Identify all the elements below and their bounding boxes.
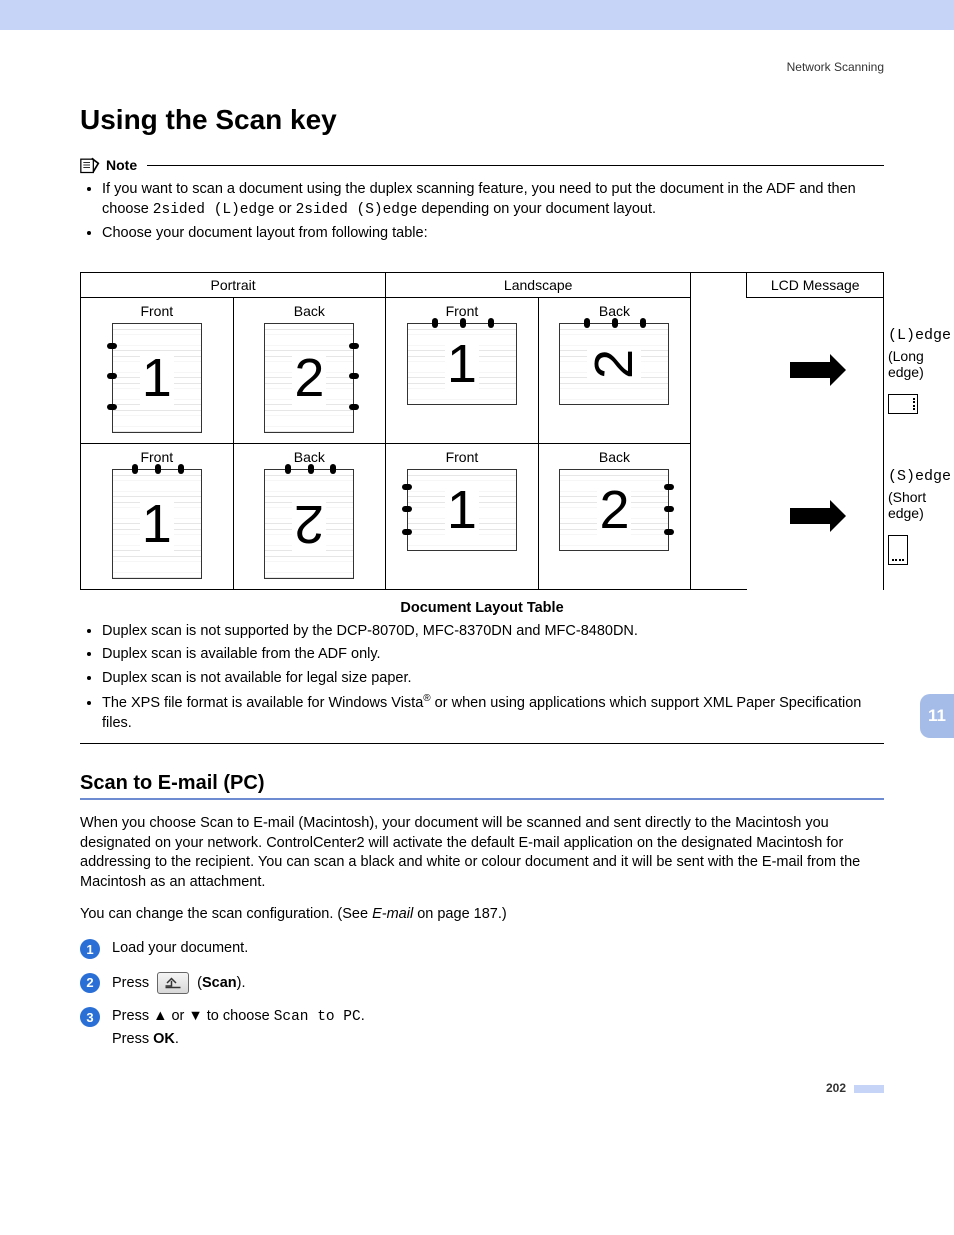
doc-landscape-back-2-s: 2 [559, 469, 669, 551]
sub-back: Back [236, 303, 384, 319]
arrow-right-icon [790, 508, 830, 524]
long-edge-icon [888, 394, 918, 414]
page-number: 202 [0, 1081, 884, 1095]
chapter-tab: 11 [920, 694, 954, 738]
note-rule [147, 165, 884, 166]
section-heading: Scan to E-mail (PC) [80, 772, 884, 795]
body-paragraph: When you choose Scan to E-mail (Macintos… [80, 814, 884, 892]
body-paragraph: You can change the scan configuration. (… [80, 905, 884, 925]
table-header-lcd: LCD Message [747, 272, 884, 297]
doc-portrait-front-1: 1 [112, 323, 202, 433]
sub-back: Back [541, 449, 689, 465]
bullet-item: The XPS file format is available for Win… [102, 692, 884, 733]
page-title: Using the Scan key [80, 104, 884, 136]
doc-landscape-back-2-rot: 2 [559, 323, 669, 405]
short-edge-icon [888, 535, 908, 565]
bullet-item: Duplex scan is available from the ADF on… [102, 645, 884, 665]
breadcrumb: Network Scanning [0, 60, 884, 74]
doc-landscape-front-1-s: 1 [407, 469, 517, 551]
table-caption: Document Layout Table [80, 600, 884, 616]
step-number-badge: 2 [80, 973, 100, 993]
sub-front: Front [83, 303, 231, 319]
note-item: If you want to scan a document using the… [102, 180, 884, 220]
sub-front: Front [388, 449, 536, 465]
step-3: 3 Press ▲ or ▼ to choose Scan to PC. Pre… [80, 1006, 884, 1051]
arrow-right-icon [790, 362, 830, 378]
doc-portrait-back-2: 2 [264, 323, 354, 433]
doc-landscape-front-1: 1 [407, 323, 517, 405]
doc-portrait-front-1-s: 1 [112, 469, 202, 579]
step-number-badge: 3 [80, 1007, 100, 1027]
top-bar [0, 0, 954, 30]
scan-key-icon [157, 972, 189, 994]
note-label: Note [106, 157, 137, 173]
note-item: Choose your document layout from followi… [102, 224, 884, 244]
document-layout-table: Portrait Landscape LCD Message Front 1 B… [80, 272, 884, 590]
sub-front: Front [388, 303, 536, 319]
step-number-badge: 1 [80, 939, 100, 959]
sub-back: Back [541, 303, 689, 319]
doc-portrait-back-2-s: 2 [264, 469, 354, 579]
bullet-item: Duplex scan is not supported by the DCP-… [102, 622, 884, 642]
table-header-portrait: Portrait [81, 272, 386, 297]
sub-back: Back [236, 449, 384, 465]
section-rule [80, 798, 884, 800]
step-2: 2 Press (Scan). [80, 972, 884, 995]
bullet-item: Duplex scan is not available for legal s… [102, 669, 884, 689]
note-icon [80, 156, 100, 174]
note-end-rule [80, 743, 884, 744]
table-header-landscape: Landscape [386, 272, 691, 297]
sub-front: Front [83, 449, 231, 465]
note-block: Note If you want to scan a document usin… [80, 156, 884, 244]
step-1: 1 Load your document. [80, 938, 884, 960]
